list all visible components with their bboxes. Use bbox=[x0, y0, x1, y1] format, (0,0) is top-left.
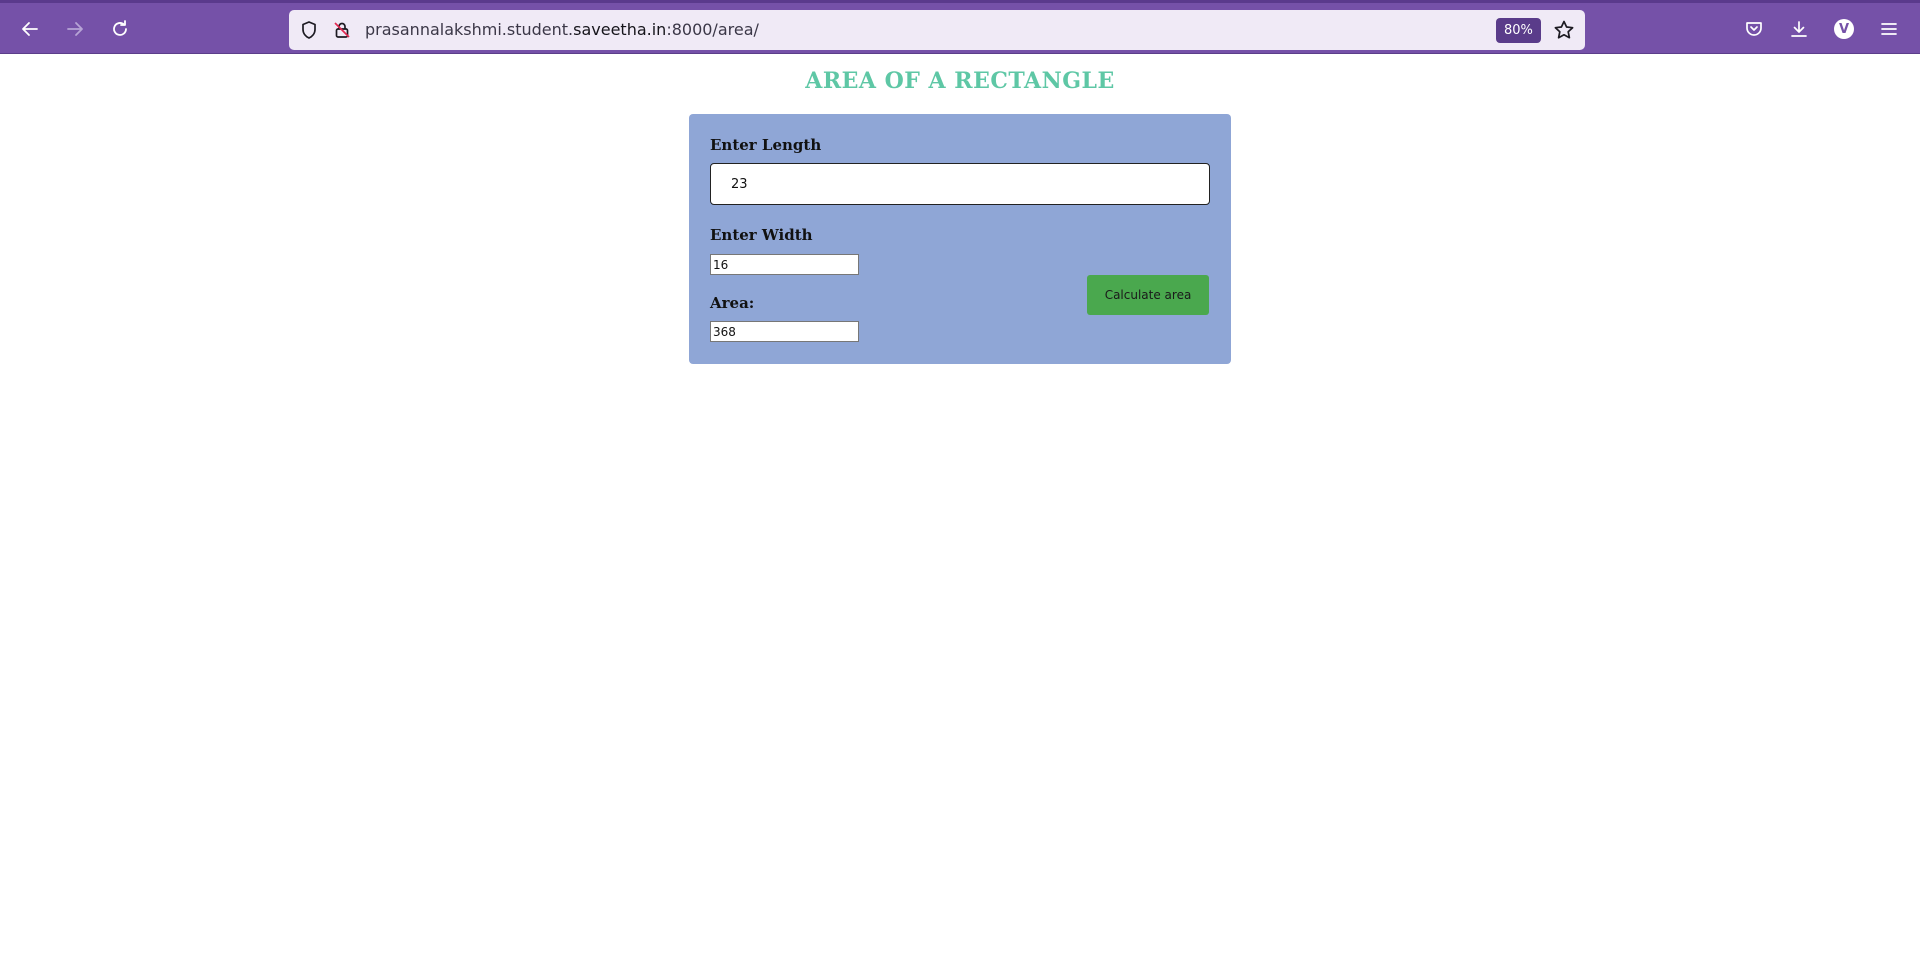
forward-arrow-icon[interactable] bbox=[59, 13, 91, 45]
url-bar[interactable]: prasannalakshmi.student.saveetha.in:8000… bbox=[289, 10, 1585, 50]
url-text[interactable]: prasannalakshmi.student.saveetha.in:8000… bbox=[365, 20, 759, 40]
account-avatar[interactable]: V bbox=[1828, 13, 1860, 45]
length-input[interactable] bbox=[710, 163, 1210, 205]
insecure-lock-icon[interactable] bbox=[332, 20, 352, 40]
url-prefix: prasannalakshmi.student. bbox=[365, 20, 574, 39]
url-suffix: :8000/area/ bbox=[666, 20, 759, 39]
url-host: saveetha.in bbox=[573, 20, 667, 39]
hamburger-menu-icon[interactable] bbox=[1873, 13, 1905, 45]
bookmark-star-icon[interactable] bbox=[1553, 19, 1575, 41]
zoom-level-badge[interactable]: 80% bbox=[1496, 18, 1541, 43]
download-icon[interactable] bbox=[1783, 13, 1815, 45]
back-arrow-icon[interactable] bbox=[14, 13, 46, 45]
reload-icon[interactable] bbox=[104, 13, 136, 45]
length-label: Enter Length bbox=[710, 136, 822, 154]
pocket-icon[interactable] bbox=[1738, 13, 1770, 45]
calculate-area-button[interactable]: Calculate area bbox=[1087, 275, 1209, 315]
area-form-card: Enter Length Enter Width Area: Calculate… bbox=[689, 114, 1231, 364]
browser-toolbar: prasannalakshmi.student.saveetha.in:8000… bbox=[0, 0, 1920, 54]
width-input[interactable] bbox=[710, 254, 859, 275]
account-initial: V bbox=[1834, 19, 1854, 39]
page-title: AREA OF A RECTANGLE bbox=[805, 68, 1115, 94]
shield-icon[interactable] bbox=[299, 20, 319, 40]
width-label: Enter Width bbox=[710, 226, 813, 244]
area-output[interactable] bbox=[710, 321, 859, 342]
area-label: Area: bbox=[710, 294, 755, 312]
